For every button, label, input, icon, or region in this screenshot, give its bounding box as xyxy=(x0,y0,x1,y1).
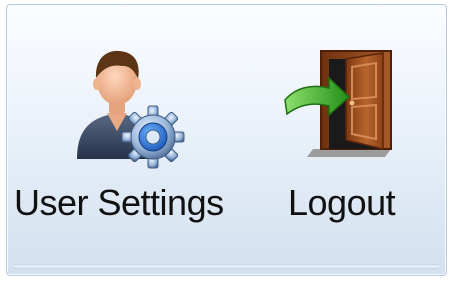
user-settings-icon xyxy=(77,50,185,169)
logout-button[interactable]: Logout xyxy=(257,5,407,265)
user-settings-label: User Settings xyxy=(14,182,224,223)
door-exit-icon xyxy=(284,50,392,157)
logout-label: Logout xyxy=(288,182,396,223)
panel-bottom-strip xyxy=(14,264,439,269)
user-settings-button[interactable]: User Settings xyxy=(7,5,241,265)
quick-actions-panel: User Settings Logout xyxy=(6,4,447,276)
